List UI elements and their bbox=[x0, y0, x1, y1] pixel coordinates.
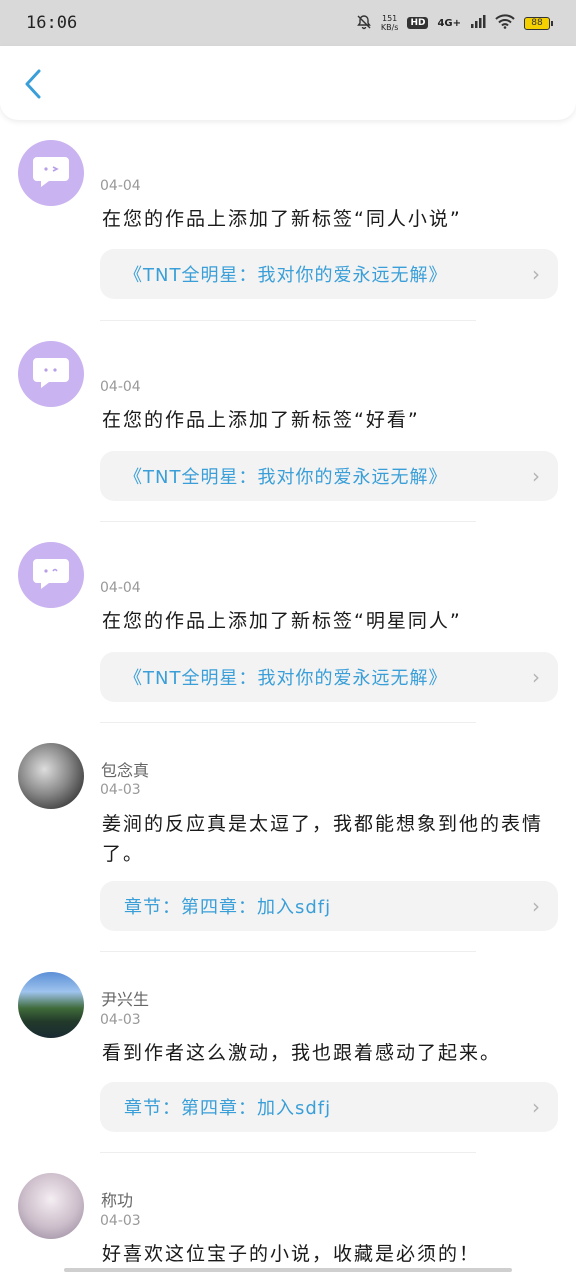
date: 04-04 bbox=[100, 379, 141, 395]
chapter-link[interactable]: 章节：第四章：加入sdfj bbox=[124, 893, 532, 919]
hd-icon: HD bbox=[407, 17, 429, 29]
date: 04-04 bbox=[100, 178, 141, 194]
work-link[interactable]: 《TNT全明星：我对你的爱永远无解》 bbox=[124, 261, 532, 287]
status-bar: 16:06 151 KB/s HD 4G+ 88 bbox=[0, 0, 576, 46]
notification-text: 在您的作品上添加了新标签“好看” bbox=[102, 409, 420, 431]
chevron-right-icon: › bbox=[532, 894, 540, 918]
chat-bubble-icon bbox=[31, 555, 71, 595]
network-speed: 151 KB/s bbox=[381, 14, 399, 32]
chevron-right-icon: › bbox=[532, 1095, 540, 1119]
wifi-icon bbox=[495, 14, 515, 32]
username[interactable]: 称功 bbox=[101, 1187, 133, 1211]
avatar[interactable] bbox=[18, 542, 84, 608]
work-link-card[interactable]: 《TNT全明星：我对你的爱永远无解》 › bbox=[100, 451, 558, 501]
back-button[interactable] bbox=[18, 68, 48, 104]
header bbox=[0, 46, 576, 120]
list-item: 04-04 在您的作品上添加了新标签“同人小说” 《TNT全明星：我对你的爱永远… bbox=[0, 120, 576, 321]
chat-bubble-icon bbox=[31, 153, 71, 193]
list-item: 尹兴生 04-03 看到作者这么激动，我也跟着感动了起来。 章节：第四章：加入s… bbox=[0, 952, 576, 1153]
avatar[interactable] bbox=[18, 743, 84, 809]
chapter-link-card[interactable]: 章节：第四章：加入sdfj › bbox=[100, 1082, 558, 1132]
username[interactable]: 包念真 bbox=[101, 757, 149, 781]
chevron-right-icon: › bbox=[532, 464, 540, 488]
chevron-left-icon bbox=[24, 69, 42, 103]
work-link-card[interactable]: 《TNT全明星：我对你的爱永远无解》 › bbox=[100, 249, 558, 299]
avatar[interactable] bbox=[18, 1173, 84, 1239]
battery-icon: 88 bbox=[524, 16, 553, 30]
status-icons: 151 KB/s HD 4G+ 88 bbox=[356, 14, 553, 33]
avatar[interactable] bbox=[18, 972, 84, 1038]
avatar[interactable] bbox=[18, 140, 84, 206]
list-item: 04-04 在您的作品上添加了新标签“明星同人” 《TNT全明星：我对你的爱永远… bbox=[0, 522, 576, 723]
work-link-card[interactable]: 《TNT全明星：我对你的爱永远无解》 › bbox=[100, 652, 558, 702]
avatar[interactable] bbox=[18, 341, 84, 407]
chevron-right-icon: › bbox=[532, 665, 540, 689]
chapter-link-card[interactable]: 章节：第四章：加入sdfj › bbox=[100, 881, 558, 931]
notification-text: 在您的作品上添加了新标签“明星同人” bbox=[102, 610, 462, 632]
home-indicator[interactable] bbox=[64, 1268, 512, 1272]
work-link[interactable]: 《TNT全明星：我对你的爱永远无解》 bbox=[124, 463, 532, 489]
chevron-right-icon: › bbox=[532, 262, 540, 286]
chat-bubble-icon bbox=[31, 354, 71, 394]
bell-off-icon bbox=[356, 14, 372, 33]
comment-text: 好喜欢这位宝子的小说，收藏是必须的！ bbox=[102, 1243, 481, 1265]
date: 04-03 bbox=[100, 1012, 141, 1028]
signal-icon bbox=[470, 14, 486, 32]
comment-text: 姜涧的反应真是太逗了，我都能想象到他的表情了。 bbox=[102, 813, 544, 865]
username[interactable]: 尹兴生 bbox=[101, 986, 149, 1010]
network-speed-value: 151 bbox=[381, 14, 398, 23]
network-speed-unit: KB/s bbox=[380, 23, 399, 32]
date: 04-03 bbox=[100, 782, 141, 798]
network-type: 4G+ bbox=[437, 17, 461, 29]
list-item: 称功 04-03 好喜欢这位宝子的小说，收藏是必须的！ bbox=[0, 1153, 576, 1280]
date: 04-03 bbox=[100, 1213, 141, 1229]
list-item: 04-04 在您的作品上添加了新标签“好看” 《TNT全明星：我对你的爱永远无解… bbox=[0, 321, 576, 522]
notification-text: 在您的作品上添加了新标签“同人小说” bbox=[102, 208, 462, 230]
list-item: 包念真 04-03 姜涧的反应真是太逗了，我都能想象到他的表情了。 章节：第四章… bbox=[0, 723, 576, 952]
date: 04-04 bbox=[100, 580, 141, 596]
chapter-link[interactable]: 章节：第四章：加入sdfj bbox=[124, 1094, 532, 1120]
comment-text: 看到作者这么激动，我也跟着感动了起来。 bbox=[102, 1042, 502, 1064]
status-time: 16:06 bbox=[26, 13, 78, 33]
work-link[interactable]: 《TNT全明星：我对你的爱永远无解》 bbox=[124, 664, 532, 690]
